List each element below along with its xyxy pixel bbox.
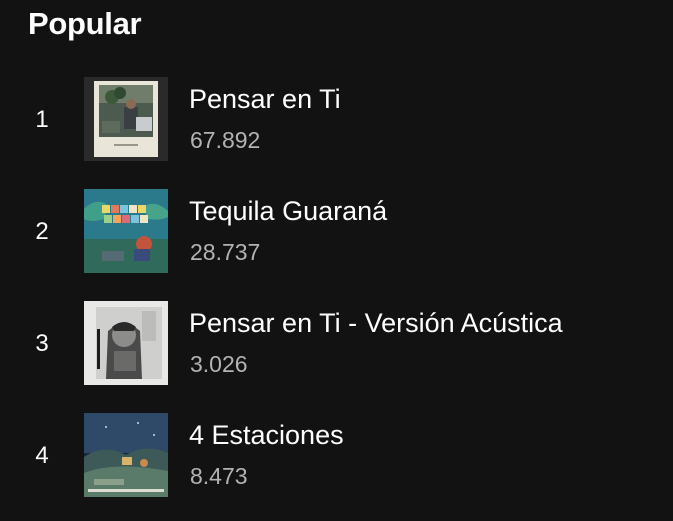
track-title[interactable]: 4 Estaciones (189, 420, 344, 451)
track-title[interactable]: Tequila Guaraná (189, 196, 387, 227)
track-row[interactable]: 2 Tequila Guaraná 28.737 (0, 182, 673, 282)
track-play-count: 8.473 (190, 463, 248, 489)
track-title[interactable]: Pensar en Ti (189, 84, 341, 115)
track-title[interactable]: Pensar en Ti - Versión Acústica (189, 308, 563, 339)
album-cover-image[interactable] (84, 301, 168, 385)
popular-track-list: 1 Pensar en Ti 67.892 2 Tequila Guaraná … (0, 0, 673, 521)
track-number: 2 (35, 218, 49, 245)
album-cover-image[interactable] (84, 413, 168, 497)
track-row[interactable]: 1 Pensar en Ti 67.892 (0, 70, 673, 170)
track-play-count: 3.026 (190, 351, 248, 377)
track-play-count: 67.892 (190, 127, 261, 153)
track-row[interactable]: 3 Pensar en Ti - Versión Acústica 3.026 (0, 294, 673, 394)
track-play-count: 28.737 (190, 239, 261, 265)
track-number: 3 (35, 330, 49, 357)
track-row[interactable]: 4 4 Estaciones 8.473 (0, 406, 673, 506)
album-cover-image[interactable] (84, 77, 168, 161)
track-number: 1 (35, 106, 49, 133)
track-number: 4 (35, 442, 49, 469)
album-cover-image[interactable] (84, 189, 168, 273)
